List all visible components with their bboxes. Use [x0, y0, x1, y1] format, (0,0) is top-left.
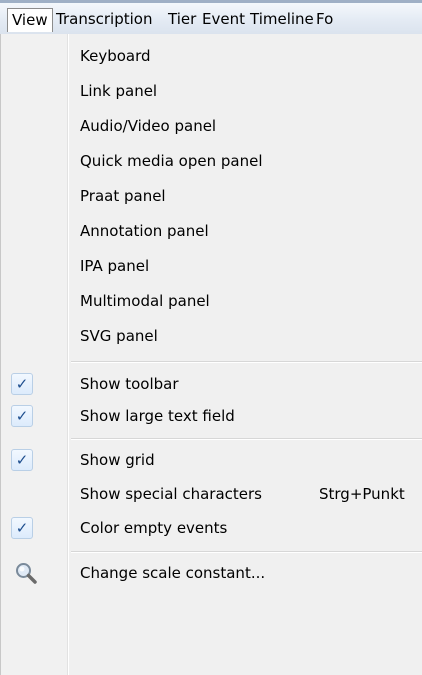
- menu-event[interactable]: Event: [197, 8, 250, 32]
- menu-item-audio-video-panel[interactable]: Audio/Video panel: [1, 110, 422, 143]
- view-menu-dropdown: Keyboard Link panel Audio/Video panel Qu…: [0, 34, 422, 675]
- menu-item-label: Praat panel: [80, 187, 166, 205]
- magnifier-icon: [16, 563, 37, 584]
- menu-item-show-grid[interactable]: ✓ Show grid: [1, 444, 422, 477]
- menu-item-show-large-text-field[interactable]: ✓ Show large text field: [1, 400, 422, 433]
- menu-item-label: Multimodal panel: [80, 292, 210, 310]
- menu-item-label: Color empty events: [80, 519, 228, 537]
- menu-item-show-special-characters[interactable]: Show special characters Strg+Punkt: [1, 478, 422, 511]
- menu-item-label: IPA panel: [80, 257, 150, 275]
- menu-format[interactable]: Fo: [311, 8, 338, 32]
- menu-item-label: Show grid: [80, 451, 155, 469]
- menu-transcription[interactable]: Transcription: [51, 8, 157, 32]
- menu-view[interactable]: View: [7, 8, 53, 32]
- menu-item-quick-media-open-panel[interactable]: Quick media open panel: [1, 145, 422, 178]
- menu-item-label: Quick media open panel: [80, 152, 263, 170]
- menu-item-label: Link panel: [80, 82, 158, 100]
- checkmark-icon: ✓: [11, 373, 33, 395]
- checkmark-icon: ✓: [11, 405, 33, 427]
- menu-item-svg-panel[interactable]: SVG panel: [1, 320, 422, 353]
- menu-item-label: Keyboard: [80, 47, 151, 65]
- menu-separator: [71, 438, 422, 440]
- menu-item-link-panel[interactable]: Link panel: [1, 75, 422, 108]
- menu-item-label: Show special characters: [80, 485, 262, 503]
- menu-item-color-empty-events[interactable]: ✓ Color empty events: [1, 512, 422, 545]
- menu-item-annotation-panel[interactable]: Annotation panel: [1, 215, 422, 248]
- menu-separator: [71, 361, 422, 363]
- checkmark-icon: ✓: [11, 449, 33, 471]
- menu-item-label: Show toolbar: [80, 375, 179, 393]
- menu-item-praat-panel[interactable]: Praat panel: [1, 180, 422, 213]
- menu-item-keyboard[interactable]: Keyboard: [1, 40, 422, 73]
- menu-item-label: Annotation panel: [80, 222, 209, 240]
- menu-item-label: Audio/Video panel: [80, 117, 217, 135]
- checkmark-icon: ✓: [11, 517, 33, 539]
- menu-item-ipa-panel[interactable]: IPA panel: [1, 250, 422, 283]
- menu-bar: View Transcription Tier Event Timeline F…: [0, 0, 422, 34]
- menu-item-label: Change scale constant...: [80, 564, 266, 582]
- menu-separator: [71, 551, 422, 553]
- menu-item-change-scale-constant[interactable]: Change scale constant...: [1, 557, 422, 590]
- menu-item-label: SVG panel: [80, 327, 158, 345]
- menu-item-multimodal-panel[interactable]: Multimodal panel: [1, 285, 422, 318]
- menu-tier[interactable]: Tier: [163, 8, 201, 32]
- shortcut-label: Strg+Punkt: [319, 485, 405, 503]
- menu-item-show-toolbar[interactable]: ✓ Show toolbar: [1, 368, 422, 401]
- menu-item-label: Show large text field: [80, 407, 235, 425]
- menu-timeline[interactable]: Timeline: [245, 8, 319, 32]
